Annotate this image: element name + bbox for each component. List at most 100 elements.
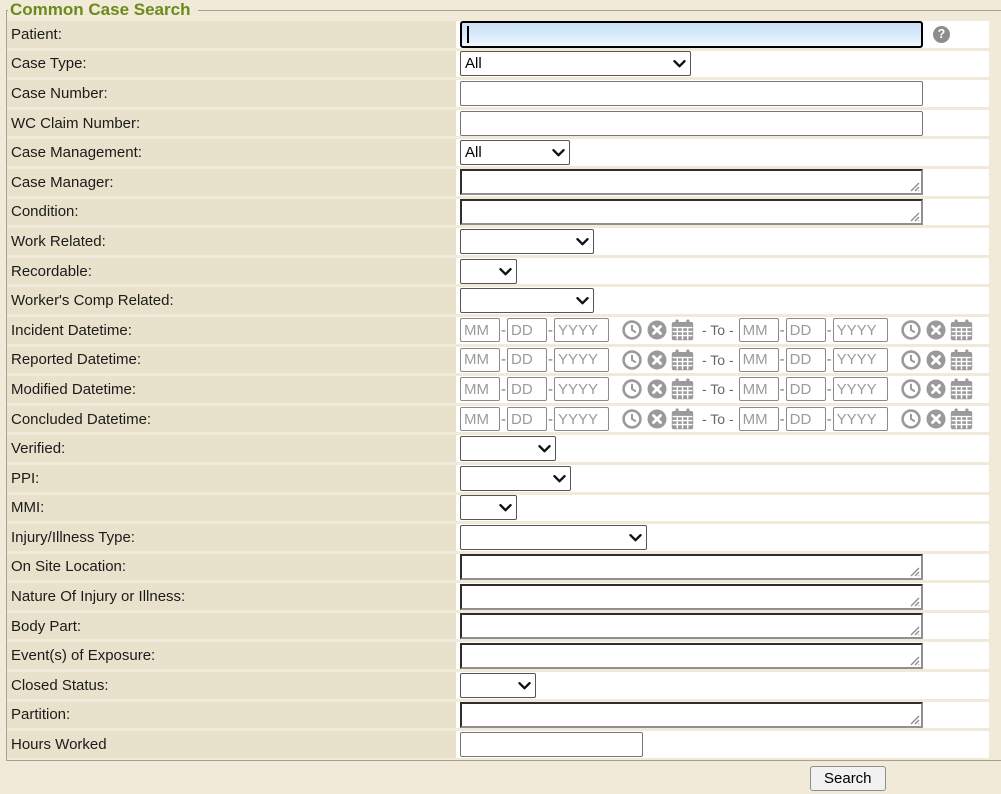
form-row-case-management: Case Management:All (7, 139, 1001, 166)
reported-datetime-to-day-input[interactable] (786, 348, 826, 372)
clear-icon[interactable] (925, 319, 947, 341)
clock-icon[interactable] (621, 319, 643, 341)
form-row-recordable: Recordable: (7, 258, 1001, 285)
modified-datetime-from-year-input[interactable] (554, 377, 609, 401)
modified-datetime-to-day-input[interactable] (786, 377, 826, 401)
resize-handle-icon[interactable] (910, 715, 920, 725)
calendar-icon[interactable] (671, 319, 694, 341)
mmi-select[interactable] (460, 495, 517, 520)
recordable-input-cell (456, 258, 989, 285)
search-form: Patient:?Case Type:AllCase Number:WC Cla… (7, 21, 1001, 758)
resize-handle-icon[interactable] (910, 212, 920, 222)
condition-input-cell (456, 199, 989, 226)
field-label-events-of-exposure: Event(s) of Exposure: (7, 642, 456, 669)
wc-claim-number-input[interactable] (460, 111, 923, 136)
clock-icon[interactable] (900, 349, 922, 371)
clear-icon[interactable] (925, 408, 947, 430)
concluded-datetime-from-month-input[interactable] (460, 407, 500, 431)
reported-datetime-to-year-input[interactable] (833, 348, 888, 372)
modified-datetime-to-year-input[interactable] (833, 377, 888, 401)
verified-select[interactable] (460, 436, 556, 461)
clear-icon[interactable] (646, 408, 668, 430)
clock-icon[interactable] (621, 378, 643, 400)
hours-worked-input[interactable] (460, 732, 643, 757)
concluded-datetime-to-day-input[interactable] (786, 407, 826, 431)
body-part-input-cell (456, 613, 989, 640)
incident-datetime-to-month-input[interactable] (739, 318, 779, 342)
clock-icon[interactable] (900, 378, 922, 400)
calendar-icon[interactable] (950, 349, 973, 371)
incident-datetime-from-day-input[interactable] (507, 318, 547, 342)
workers-comp-related-select[interactable] (460, 288, 594, 313)
clear-icon[interactable] (646, 378, 668, 400)
field-label-modified-datetime: Modified Datetime: (7, 376, 456, 403)
ppi-select[interactable] (460, 466, 571, 491)
calendar-icon[interactable] (671, 408, 694, 430)
closed-status-input-cell (456, 672, 989, 699)
calendar-icon[interactable] (671, 349, 694, 371)
clear-icon[interactable] (646, 319, 668, 341)
partition-textarea[interactable] (460, 702, 923, 728)
work-related-select[interactable] (460, 229, 594, 254)
modified-datetime-from-month-input[interactable] (460, 377, 500, 401)
concluded-datetime-from-year-input[interactable] (554, 407, 609, 431)
resize-handle-icon[interactable] (910, 656, 920, 666)
reported-datetime-from-month-input[interactable] (460, 348, 500, 372)
incident-datetime-to-year-input[interactable] (833, 318, 888, 342)
field-label-reported-datetime: Reported Datetime: (7, 347, 456, 374)
modified-datetime-from-day-input[interactable] (507, 377, 547, 401)
body-part-textarea[interactable] (460, 613, 923, 639)
calendar-icon[interactable] (950, 378, 973, 400)
on-site-location-textarea[interactable] (460, 554, 923, 580)
case-type-select[interactable]: All (460, 51, 691, 76)
events-of-exposure-textarea[interactable] (460, 643, 923, 669)
clear-icon[interactable] (925, 349, 947, 371)
condition-textarea[interactable] (460, 199, 923, 225)
search-button[interactable]: Search (810, 766, 886, 791)
resize-handle-icon[interactable] (910, 182, 920, 192)
concluded-datetime-to-month-input[interactable] (739, 407, 779, 431)
modified-datetime-to-date-group: -- (739, 377, 976, 401)
resize-handle-icon[interactable] (910, 567, 920, 577)
case-management-select[interactable]: All (460, 140, 570, 165)
clock-icon[interactable] (900, 408, 922, 430)
recordable-select[interactable] (460, 259, 517, 284)
reported-datetime-from-year-input[interactable] (554, 348, 609, 372)
resize-handle-icon[interactable] (910, 626, 920, 636)
injury-illness-type-select[interactable] (460, 525, 647, 550)
modified-datetime-to-month-input[interactable] (739, 377, 779, 401)
case-type-input-cell: All (456, 51, 989, 78)
field-label-case-number: Case Number: (7, 80, 456, 107)
resize-handle-icon[interactable] (910, 597, 920, 607)
on-site-location-input-cell (456, 554, 989, 581)
calendar-icon[interactable] (950, 319, 973, 341)
reported-datetime-to-month-input[interactable] (739, 348, 779, 372)
clock-icon[interactable] (621, 349, 643, 371)
incident-datetime-from-year-input[interactable] (554, 318, 609, 342)
patient-input[interactable] (460, 21, 923, 48)
form-row-hours-worked: Hours Worked (7, 731, 1001, 758)
date-separator: - (501, 411, 506, 428)
help-icon[interactable]: ? (933, 26, 950, 43)
incident-datetime-to-day-input[interactable] (786, 318, 826, 342)
clock-icon[interactable] (900, 319, 922, 341)
form-row-nature-of-injury: Nature Of Injury or Illness: (7, 583, 1001, 610)
calendar-icon[interactable] (950, 408, 973, 430)
field-label-recordable: Recordable: (7, 258, 456, 285)
clock-icon[interactable] (621, 408, 643, 430)
reported-datetime-from-day-input[interactable] (507, 348, 547, 372)
case-number-input[interactable] (460, 81, 923, 106)
incident-datetime-to-date-group: -- (739, 318, 976, 342)
case-manager-textarea[interactable] (460, 169, 923, 195)
calendar-icon[interactable] (671, 378, 694, 400)
clear-icon[interactable] (646, 349, 668, 371)
field-label-incident-datetime: Incident Datetime: (7, 317, 456, 344)
page-title: Common Case Search (8, 0, 198, 20)
clear-icon[interactable] (925, 378, 947, 400)
nature-of-injury-textarea[interactable] (460, 584, 923, 610)
closed-status-select[interactable] (460, 673, 536, 698)
concluded-datetime-to-year-input[interactable] (833, 407, 888, 431)
nature-of-injury-input-cell (456, 583, 989, 610)
concluded-datetime-from-day-input[interactable] (507, 407, 547, 431)
incident-datetime-from-month-input[interactable] (460, 318, 500, 342)
